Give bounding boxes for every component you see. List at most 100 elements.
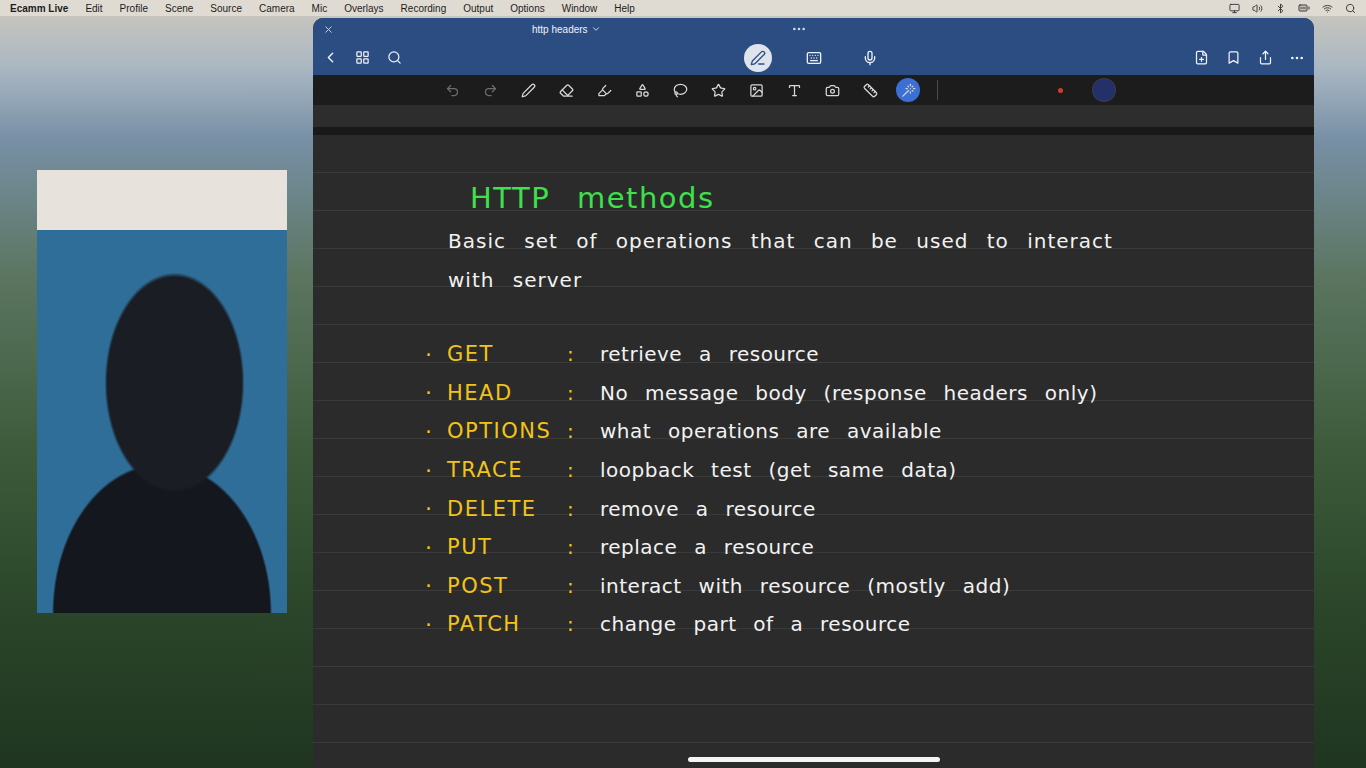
mode-button[interactable] — [800, 44, 828, 72]
bookmark-icon[interactable] — [1226, 50, 1241, 65]
bookmark-button[interactable] — [1224, 49, 1242, 67]
separator: : — [567, 381, 600, 405]
lasso-icon[interactable] — [673, 83, 688, 98]
more-icon[interactable] — [1289, 50, 1305, 66]
tool-button[interactable] — [478, 78, 502, 102]
ellipsis-icon[interactable] — [791, 21, 807, 37]
tool-button[interactable] — [668, 78, 692, 102]
drawing-toolbar — [313, 75, 1314, 105]
bluetooth-icon[interactable] — [1275, 3, 1286, 14]
share-icon[interactable] — [1258, 50, 1273, 65]
tool-button[interactable] — [782, 78, 806, 102]
undo-icon[interactable] — [445, 83, 460, 98]
menu-item[interactable]: Overlays — [344, 3, 383, 14]
close-icon[interactable] — [323, 24, 334, 35]
mode-group — [744, 44, 884, 72]
search-icon[interactable] — [1345, 3, 1356, 14]
keyboard-icon[interactable] — [806, 50, 822, 66]
pen-icon[interactable] — [521, 83, 536, 98]
display-icon[interactable] — [1229, 3, 1240, 14]
multitask-handle[interactable] — [791, 21, 807, 37]
bullet: · — [425, 342, 447, 367]
separator: : — [567, 612, 600, 636]
tool-button[interactable] — [706, 78, 730, 102]
menu-item[interactable]: Options — [510, 3, 544, 14]
elements-icon[interactable] — [711, 83, 726, 98]
mode-button[interactable] — [856, 44, 884, 72]
more-button[interactable] — [1288, 49, 1306, 67]
wifi-icon[interactable] — [1322, 3, 1333, 14]
method-description: retrieve a resource — [600, 342, 1314, 366]
menu-item[interactable]: Output — [463, 3, 493, 14]
tool-button[interactable] — [896, 78, 920, 102]
method-description: replace a resource — [600, 535, 1314, 559]
image-icon[interactable] — [749, 83, 764, 98]
battery-icon[interactable] — [1298, 2, 1310, 14]
ruler-icon[interactable] — [863, 83, 878, 98]
method-description: remove a resource — [600, 497, 1314, 521]
pen-icon[interactable] — [750, 50, 766, 66]
chevron-left-icon[interactable] — [322, 49, 339, 66]
search-icon[interactable] — [387, 50, 402, 65]
menu-item[interactable]: Edit — [85, 3, 102, 14]
menu-item[interactable]: Profile — [120, 3, 148, 14]
description-line: with server — [448, 261, 1314, 300]
tool-button[interactable] — [744, 78, 768, 102]
nav-group — [321, 49, 403, 67]
tool-button[interactable] — [630, 78, 654, 102]
tool-button[interactable] — [554, 78, 578, 102]
method-row: ·POST:interact with resource (mostly add… — [425, 567, 1314, 606]
close-button[interactable] — [321, 22, 335, 36]
tool-button[interactable] — [820, 78, 844, 102]
method-row: ·DELETE:remove a resource — [425, 489, 1314, 528]
menu-item[interactable]: Camera — [259, 3, 295, 14]
tool-button[interactable] — [592, 78, 616, 102]
canvas: HTTP methodsBasic set of operations that… — [313, 105, 1314, 768]
note-page[interactable]: HTTP methodsBasic set of operations that… — [313, 135, 1314, 768]
add-page-button[interactable] — [1192, 49, 1210, 67]
pages-button[interactable] — [353, 49, 371, 67]
text-icon[interactable] — [787, 83, 802, 98]
separator: : — [567, 574, 600, 598]
menu-item[interactable]: Help — [614, 3, 635, 14]
tool-button[interactable] — [440, 78, 464, 102]
grid-icon[interactable] — [355, 50, 370, 65]
title-top-row: http headers — [313, 18, 1314, 40]
file-plus-icon[interactable] — [1194, 50, 1209, 65]
app-menu[interactable]: Ecamm Live — [10, 3, 68, 14]
back-button[interactable] — [321, 49, 339, 67]
home-indicator[interactable] — [688, 757, 940, 762]
menu-item[interactable]: Recording — [401, 3, 447, 14]
volume-icon[interactable] — [1252, 3, 1263, 14]
separator: : — [567, 458, 600, 482]
laser-icon[interactable] — [901, 83, 916, 98]
separator: : — [567, 342, 600, 366]
camera-icon[interactable] — [825, 83, 840, 98]
method-name: TRACE — [447, 458, 567, 482]
tool-button[interactable] — [516, 78, 540, 102]
chevron-down-icon[interactable] — [591, 24, 601, 34]
method-description: change part of a resource — [600, 612, 1314, 636]
color-swatch[interactable] — [1058, 88, 1063, 93]
color-swatches — [1058, 79, 1115, 101]
status-icons — [1229, 2, 1356, 14]
mode-button[interactable] — [744, 44, 772, 72]
tool-button[interactable] — [858, 78, 882, 102]
mic-icon[interactable] — [862, 50, 878, 66]
menu-item[interactable]: Scene — [165, 3, 193, 14]
method-row: ·PATCH:change part of a resource — [425, 605, 1314, 644]
menu-item[interactable]: Source — [210, 3, 242, 14]
eraser-icon[interactable] — [559, 83, 574, 98]
bullet: · — [425, 612, 447, 637]
color-swatch[interactable] — [1093, 79, 1115, 101]
share-button[interactable] — [1256, 49, 1274, 67]
description-line: Basic set of operations that can be used… — [448, 222, 1314, 261]
highlighter-icon[interactable] — [597, 83, 612, 98]
bullet: · — [425, 458, 447, 483]
search-button[interactable] — [385, 49, 403, 67]
menu-item[interactable]: Mic — [312, 3, 328, 14]
shapes-icon[interactable] — [635, 83, 650, 98]
menu-item[interactable]: Window — [562, 3, 598, 14]
document-title[interactable]: http headers — [532, 24, 601, 35]
redo-icon[interactable] — [483, 83, 498, 98]
